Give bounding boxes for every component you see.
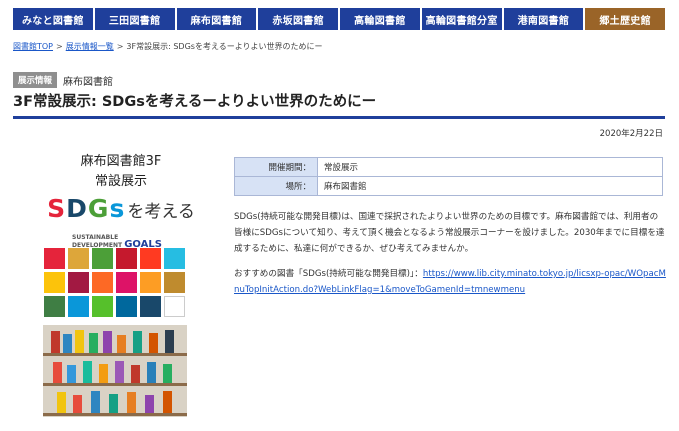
breadcrumb-list-link[interactable]: 展示情報一覧 bbox=[66, 42, 114, 51]
publish-date: 2020年2月22日 bbox=[599, 129, 663, 139]
book bbox=[99, 364, 108, 383]
sdg-goal-tile bbox=[164, 248, 185, 269]
info-row-place: 場所： 麻布図書館 bbox=[234, 176, 663, 196]
info-row-period: 開催期間： 常設展示 bbox=[234, 157, 663, 177]
sdg-goal-tile bbox=[92, 248, 113, 269]
breadcrumb-current: 3F常設展示: SDGsを考えるーよりよい世界のためにー bbox=[126, 42, 323, 51]
book bbox=[133, 331, 142, 353]
sdg-goal-tile bbox=[140, 248, 161, 269]
poster-heading-line1: 麻布図書館3F bbox=[80, 154, 162, 169]
sdg-goal-tile bbox=[116, 296, 137, 317]
nav-azabu-library[interactable]: 麻布図書館 bbox=[176, 8, 257, 30]
breadcrumb: 図書館TOP > 展示情報一覧 >3F常設展示: SDGsを考えるーよりよい世界のため… bbox=[13, 41, 323, 52]
sdg-goal-tile bbox=[68, 272, 89, 293]
sdg-goal-tile bbox=[68, 296, 89, 317]
book bbox=[83, 361, 92, 383]
sdg-goal-tile bbox=[164, 296, 185, 317]
sdgs-letter-s-small: s bbox=[109, 194, 126, 223]
breadcrumb-separator: > bbox=[56, 42, 63, 51]
book bbox=[57, 392, 66, 413]
recommended-book: おすすめの図書「SDGs(持続可能な開発目標)」：https://www.lib… bbox=[234, 266, 666, 298]
sdg-goal-tile bbox=[44, 248, 65, 269]
book bbox=[147, 362, 156, 383]
poster-sdgs-title: SDGs を考える bbox=[36, 194, 206, 223]
sdg-goal-tile bbox=[68, 248, 89, 269]
book bbox=[51, 331, 60, 353]
title-divider bbox=[13, 116, 665, 119]
book bbox=[89, 333, 98, 353]
sdgs-title-suffix: を考える bbox=[127, 202, 195, 222]
nav-takanawa-branch[interactable]: 高輪図書館分室 bbox=[421, 8, 502, 30]
nav-konan-library[interactable]: 港南図書館 bbox=[503, 8, 584, 30]
book bbox=[131, 365, 140, 383]
book bbox=[109, 394, 118, 413]
nav-akasaka-library[interactable]: 赤坂図書館 bbox=[258, 8, 338, 30]
sdg-goal-tile bbox=[44, 296, 65, 317]
nav-minato-library[interactable]: みなと図書館 bbox=[13, 8, 93, 30]
breadcrumb-separator: > bbox=[116, 42, 124, 51]
book bbox=[163, 391, 172, 413]
book bbox=[63, 334, 72, 353]
book bbox=[127, 392, 136, 413]
sdg-goal-tile bbox=[140, 296, 161, 317]
book bbox=[67, 365, 76, 383]
book bbox=[53, 362, 62, 383]
book bbox=[73, 395, 82, 413]
exhibit-info-table: 開催期間： 常設展示 場所： 麻布図書館 bbox=[234, 157, 663, 196]
library-name: 麻布図書館 bbox=[63, 76, 114, 88]
book bbox=[75, 330, 84, 353]
sdg-goal-tile bbox=[116, 248, 137, 269]
sdgs-letter-d: D bbox=[66, 194, 88, 223]
poster-heading-line2: 常設展示 bbox=[94, 174, 147, 189]
sdgs-letter-s: S bbox=[47, 194, 67, 223]
book bbox=[91, 391, 100, 413]
book bbox=[115, 361, 124, 383]
exhibit-poster: 麻布図書館3F 常設展示 SDGs を考える SUSTAINABLE DEVELO… bbox=[36, 150, 206, 420]
period-label: 開催期間： bbox=[234, 157, 318, 177]
book bbox=[149, 333, 158, 353]
breadcrumb-home-link[interactable]: 図書館TOP bbox=[13, 42, 53, 51]
shelf-board bbox=[43, 413, 187, 416]
book bbox=[103, 331, 112, 353]
sdg-goal-tile bbox=[44, 272, 65, 293]
exhibit-description: SDGs(持続可能な開発目標)は、国連で採択されたよりよい世界のための目標です。… bbox=[234, 212, 665, 254]
book bbox=[165, 330, 174, 353]
period-value: 常設展示 bbox=[317, 157, 663, 177]
page-title: 3F常設展示: SDGsを考えるーよりよい世界のためにー bbox=[13, 94, 377, 110]
category-badge: 展示情報 bbox=[13, 72, 58, 88]
book bbox=[163, 364, 172, 383]
sdg-goal-tiles bbox=[44, 248, 194, 317]
sdg-goal-tile bbox=[164, 272, 185, 293]
sdg-goal-tile bbox=[92, 296, 113, 317]
place-label: 場所： bbox=[234, 176, 318, 196]
nav-takanawa-library[interactable]: 高輪図書館 bbox=[340, 8, 420, 30]
nav-local-history-museum[interactable]: 郷土歴史館 bbox=[585, 8, 665, 30]
nav-mita-library[interactable]: 三田図書館 bbox=[94, 8, 175, 30]
recommended-book-label: おすすめの図書「SDGs(持続可能な開発目標)」： bbox=[234, 269, 423, 279]
category-row: 展示情報 麻布図書館 bbox=[13, 72, 113, 88]
sdgs-letter-g: G bbox=[87, 194, 110, 223]
shelf-board bbox=[43, 353, 187, 356]
bookshelf-photo bbox=[43, 325, 187, 417]
library-nav: みなと図書館 三田図書館 麻布図書館 赤坂図書館 高輪図書館 高輪図書館分室 港… bbox=[13, 8, 665, 30]
shelf-board bbox=[43, 383, 187, 386]
sdg-goal-tile bbox=[116, 272, 137, 293]
book bbox=[117, 335, 126, 353]
sdg-goal-tile bbox=[140, 272, 161, 293]
sdg-goal-tile bbox=[92, 272, 113, 293]
place-value: 麻布図書館 bbox=[317, 176, 663, 196]
book bbox=[145, 395, 154, 413]
sdgs-goals-logo: SUSTAINABLE DEVELOPMENT GOALS bbox=[72, 234, 162, 250]
